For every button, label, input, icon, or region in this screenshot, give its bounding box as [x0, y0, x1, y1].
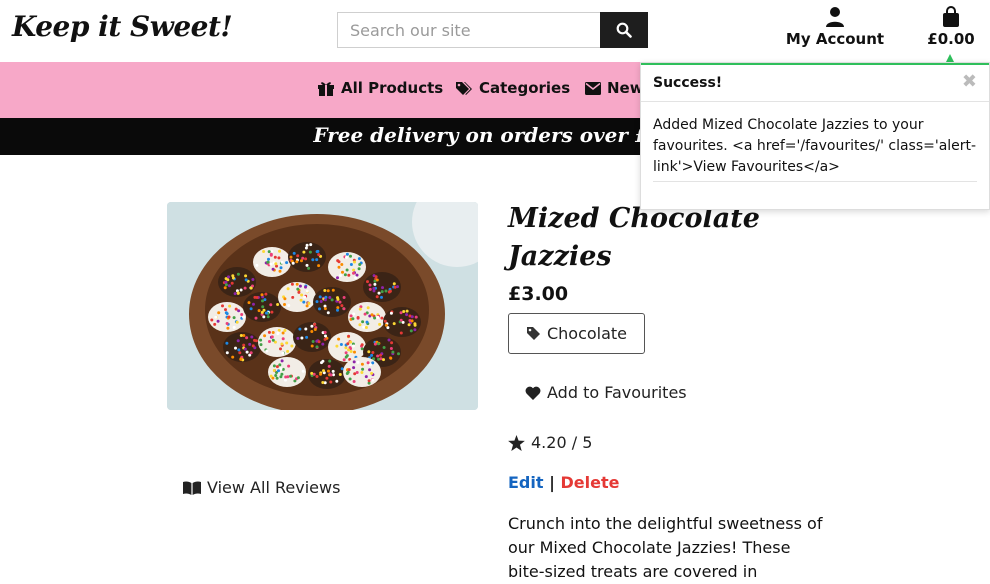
search-button[interactable] — [600, 12, 648, 48]
view-all-reviews-link[interactable]: View All Reviews — [183, 478, 340, 497]
separator: | — [549, 473, 555, 492]
category-button[interactable]: Chocolate — [508, 313, 645, 354]
search-input[interactable] — [337, 12, 600, 48]
tags-icon — [456, 82, 472, 95]
product-title: Mized Chocolate Jazzies — [508, 203, 760, 272]
my-account-link[interactable]: My Account — [780, 4, 890, 48]
nav-categories[interactable]: Categories — [455, 79, 570, 97]
nav-label: New — [607, 79, 644, 97]
nav-label: Categories — [479, 79, 571, 97]
cart-total: £0.00 — [927, 30, 975, 48]
gift-icon — [318, 82, 334, 96]
delete-link[interactable]: Delete — [561, 473, 620, 492]
search-form — [337, 12, 648, 48]
alert-message: Added Mized Chocolate Jazzies to your fa… — [653, 117, 977, 175]
reviews-label: View All Reviews — [207, 478, 341, 497]
product-rating: 4.20 / 5 — [508, 433, 592, 452]
site-header: Keep it Sweet! My Account £0.00 — [0, 0, 990, 62]
close-icon[interactable]: ✖ — [962, 71, 977, 92]
favourites-label: Add to Favourites — [547, 383, 687, 402]
alert-divider — [641, 101, 989, 102]
alert-accent-bar — [641, 63, 989, 65]
nav-all-products[interactable]: All Products — [317, 79, 443, 97]
rating-value: 4.20 / 5 — [531, 433, 593, 452]
alert-pointer — [946, 54, 954, 62]
envelope-icon — [585, 81, 601, 95]
cart-link[interactable]: £0.00 — [920, 4, 982, 48]
heart-icon — [525, 386, 541, 400]
alert-divider — [653, 181, 977, 182]
shopping-bag-icon — [943, 6, 959, 27]
user-icon — [826, 7, 844, 27]
search-icon — [616, 22, 632, 38]
product-description: Crunch into the delightful sweetness of … — [508, 514, 823, 581]
add-to-favourites-button[interactable]: Add to Favourites — [525, 383, 687, 402]
tag-icon — [526, 327, 540, 340]
category-label: Chocolate — [546, 324, 628, 343]
my-account-label: My Account — [785, 30, 885, 48]
book-open-icon — [183, 480, 201, 495]
nav-label: All Products — [341, 79, 444, 97]
admin-actions: Edit | Delete — [508, 473, 619, 492]
edit-link[interactable]: Edit — [508, 473, 544, 492]
site-logo[interactable]: Keep it Sweet! — [12, 10, 233, 43]
star-icon — [508, 434, 525, 451]
success-alert: Success! ✖ Added Mized Chocolate Jazzies… — [640, 62, 990, 210]
nav-new[interactable]: New — [585, 79, 644, 97]
product-image — [167, 202, 478, 410]
alert-title: Success! — [653, 75, 723, 91]
product-price: £3.00 — [508, 283, 569, 305]
page: Keep it Sweet! My Account £0.00 — [0, 0, 990, 584]
